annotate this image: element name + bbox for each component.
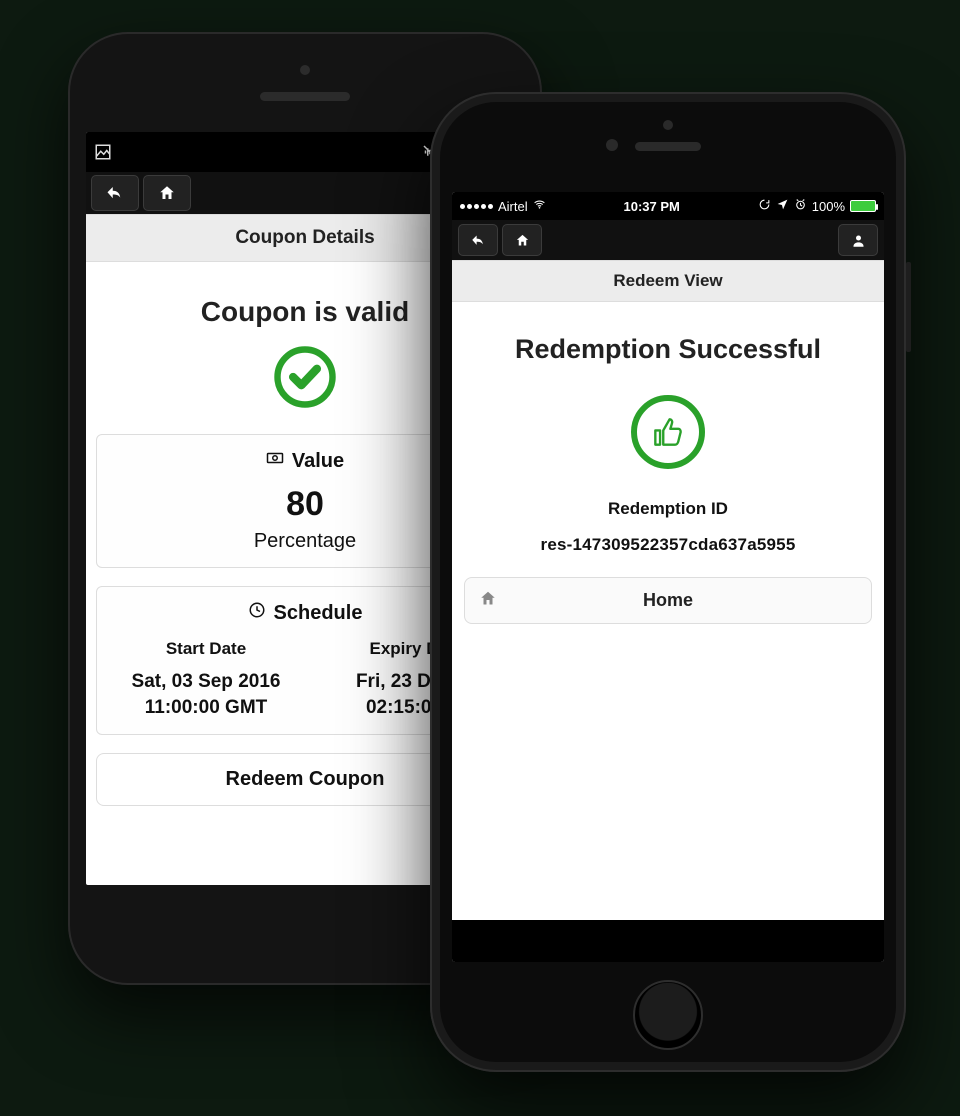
- home-button[interactable]: [502, 224, 542, 256]
- sync-icon: [758, 198, 771, 214]
- iphone-frame: Airtel 10:37 PM 100%: [430, 92, 906, 1072]
- money-icon: [266, 449, 284, 473]
- start-date-label: Start Date: [107, 639, 305, 659]
- image-icon: [94, 143, 112, 161]
- android-earpiece: [260, 92, 350, 101]
- iphone-earpiece: [635, 142, 701, 151]
- battery-icon: [850, 200, 876, 212]
- back-button[interactable]: [91, 175, 139, 211]
- user-icon: [851, 233, 866, 248]
- go-home-label: Home: [477, 590, 859, 611]
- iphone-action-bar: [452, 220, 884, 260]
- page-title: Redeem View: [452, 260, 884, 302]
- iphone-screen: Airtel 10:37 PM 100%: [452, 192, 884, 962]
- home-button[interactable]: [143, 175, 191, 211]
- iphone-sensor: [606, 139, 618, 151]
- home-icon: [479, 589, 497, 612]
- location-icon: [776, 198, 789, 214]
- signal-dots-icon: [460, 204, 493, 209]
- status-time: 10:37 PM: [624, 199, 680, 214]
- back-button[interactable]: [458, 224, 498, 256]
- iphone-side-button: [906, 262, 911, 352]
- value-label: Value: [292, 450, 344, 473]
- carrier-label: Airtel: [498, 199, 528, 214]
- clock-icon: [248, 601, 266, 625]
- iphone-content: Redemption Successful Redemption ID res-…: [452, 302, 884, 920]
- iphone-home-hardware-button[interactable]: [633, 980, 703, 1050]
- iphone-camera: [663, 120, 673, 130]
- back-icon: [106, 184, 124, 202]
- schedule-label: Schedule: [274, 602, 363, 625]
- home-icon: [158, 184, 176, 202]
- redemption-id-label: Redemption ID: [464, 499, 872, 519]
- redemption-title: Redemption Successful: [464, 334, 872, 365]
- back-icon: [471, 233, 486, 248]
- redemption-id-value: res-147309522357cda637a5955: [464, 535, 872, 555]
- go-home-button[interactable]: Home: [464, 577, 872, 624]
- profile-button[interactable]: [838, 224, 878, 256]
- iphone-status-bar: Airtel 10:37 PM 100%: [452, 192, 884, 220]
- start-date-line1: Sat, 03 Sep 2016: [107, 669, 305, 695]
- thumbs-up-icon: [464, 395, 872, 469]
- wifi-icon: [533, 198, 546, 214]
- iphone-footer-bar: [452, 920, 884, 962]
- battery-text: 100%: [812, 199, 845, 214]
- home-icon: [515, 233, 530, 248]
- android-camera-dot: [300, 65, 310, 75]
- start-date-line2: 11:00:00 GMT: [107, 695, 305, 721]
- alarm-icon: [794, 198, 807, 214]
